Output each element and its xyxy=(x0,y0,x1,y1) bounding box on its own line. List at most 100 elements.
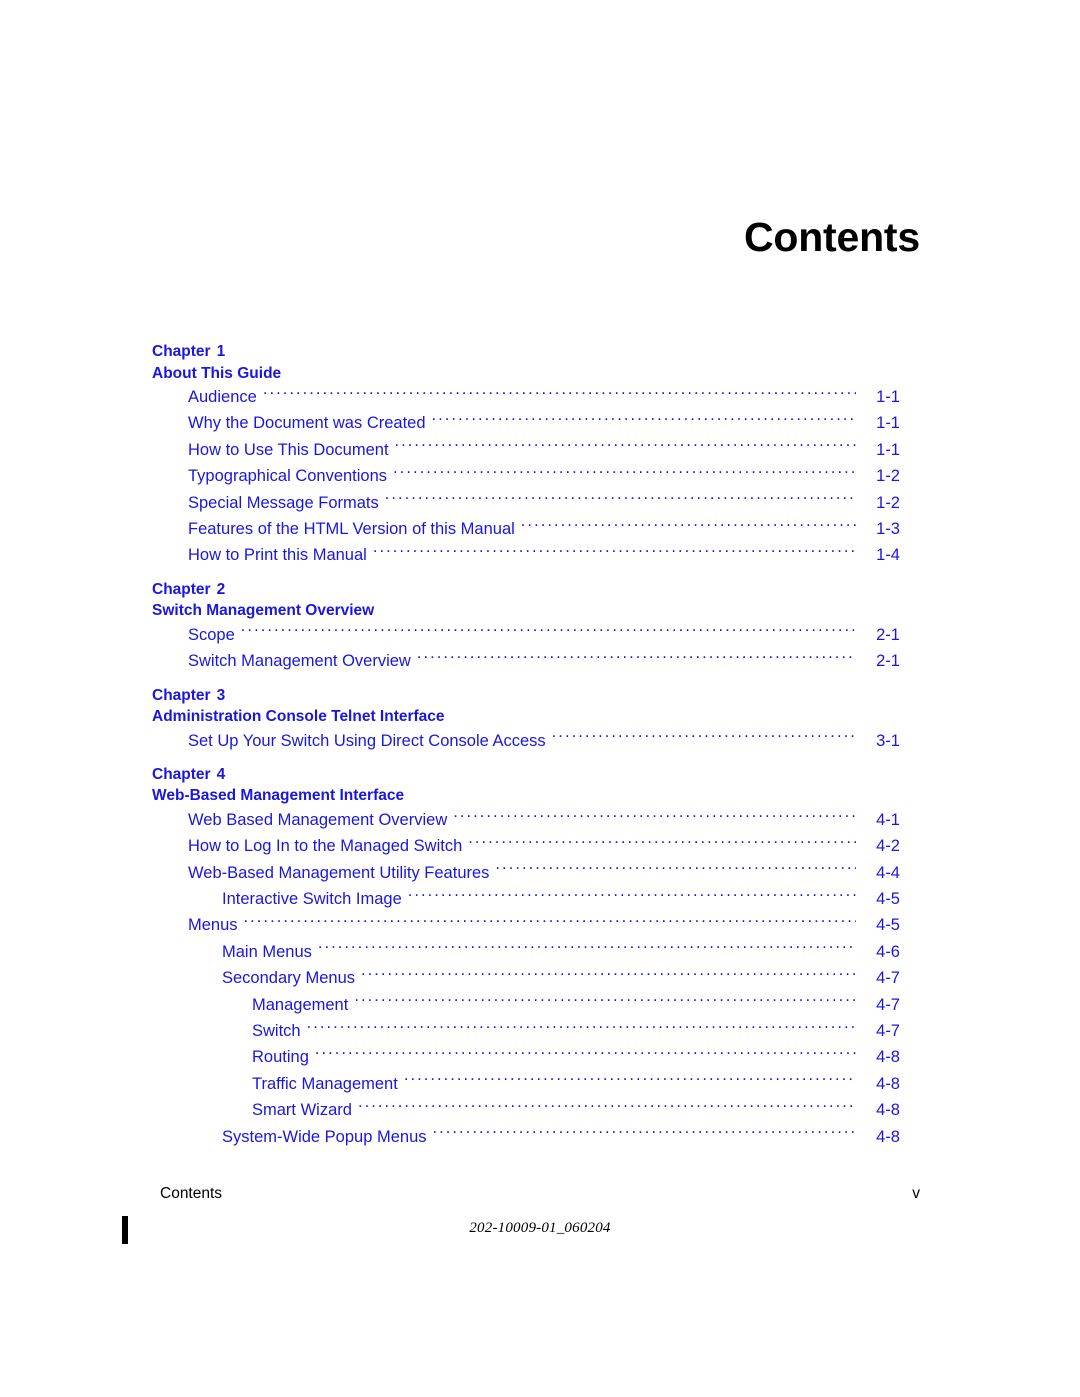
toc-entry-page-number: 4-7 xyxy=(876,1022,900,1041)
toc-entry[interactable]: Secondary Menus 4-7 xyxy=(0,965,1080,991)
dot-leader xyxy=(315,1046,856,1063)
toc-entry[interactable]: Special Message Formats 1-2 xyxy=(0,490,1080,516)
toc-entry-page-number: 2-1 xyxy=(876,625,900,644)
dot-leader xyxy=(393,465,856,482)
toc-entry-page-number: 4-4 xyxy=(876,863,900,882)
toc-entry[interactable]: Why the Document was Created 1-1 xyxy=(0,410,1080,436)
table-of-contents: Chapter1About This GuideAudience1-1Why t… xyxy=(0,341,1080,1150)
toc-entry[interactable]: Set Up Your Switch Using Direct Console … xyxy=(0,728,1080,754)
toc-entry-page-number: 1-1 xyxy=(876,388,900,406)
toc-entry[interactable]: Switch 4-7 xyxy=(0,1018,1080,1044)
toc-entry-label: Traffic Management xyxy=(252,1074,398,1093)
dot-leader xyxy=(373,544,856,561)
toc-entry-page-number: 4-8 xyxy=(876,1127,900,1146)
toc-entry-label: Menus xyxy=(188,916,238,935)
toc-entry-label: How to Print this Manual xyxy=(188,546,367,565)
toc-entry[interactable]: How to Log In to the Managed Switch 4-2 xyxy=(0,833,1080,859)
toc-entry-label: Special Message Formats xyxy=(188,493,379,512)
dot-leader xyxy=(453,808,856,825)
toc-entry-page-number: 4-8 xyxy=(876,1048,900,1067)
toc-entry[interactable]: Web-Based Management Utility Features 4-4 xyxy=(0,860,1080,886)
toc-entry[interactable]: Smart Wizard 4-8 xyxy=(0,1097,1080,1123)
toc-entry[interactable]: Traffic Management 4-8 xyxy=(0,1071,1080,1097)
toc-entry-page-number: 4-5 xyxy=(876,916,900,935)
footer-page-number: v xyxy=(912,1185,920,1202)
toc-entry-label: Switch Management Overview xyxy=(188,652,411,671)
toc-entry-page-number: 4-8 xyxy=(876,1074,900,1093)
chapter-label: Chapter xyxy=(152,765,211,783)
toc-entry-label: Web-Based Management Utility Features xyxy=(188,863,490,882)
toc-entry-label: Typographical Conventions xyxy=(188,467,388,486)
chapter-number: 2 xyxy=(216,580,226,598)
toc-entry-page-number: 2-1 xyxy=(876,652,900,671)
toc-entry-page-number: 4-8 xyxy=(876,1101,900,1120)
toc-entry-label: Web Based Management Overview xyxy=(188,810,448,829)
document-page: Contents Chapter 1 About This Guide Audienc… xyxy=(0,0,1080,1397)
chapter-label: Chapter xyxy=(152,580,211,598)
dot-leader xyxy=(263,386,856,403)
chapter-title: Switch Management Overview xyxy=(152,602,375,620)
dot-leader xyxy=(468,835,856,852)
dot-leader xyxy=(495,861,856,878)
toc-entry-label: System-Wide Popup Menus xyxy=(222,1127,427,1146)
toc-entry-label: How to Log In to the Managed Switch xyxy=(188,837,463,856)
toc-entry[interactable]: Interactive Switch Image 4-5 xyxy=(0,886,1080,912)
toc-entry[interactable]: Typographical Conventions 1-2 xyxy=(0,463,1080,489)
chapter-heading[interactable]: Chapter 4 Web-Based Management Interface xyxy=(0,764,1080,807)
page-title: Contents xyxy=(743,214,920,260)
dot-leader xyxy=(417,650,856,667)
toc-entry-page-number: 4-1 xyxy=(876,810,900,829)
toc-entry-label: Interactive Switch Image xyxy=(222,890,402,909)
toc-entry-label: Audience xyxy=(188,388,257,406)
toc-entry[interactable]: Scope 2-1 xyxy=(0,622,1080,648)
toc-entry-page-number: 1-1 xyxy=(876,414,900,433)
chapter-number: 3 xyxy=(216,686,226,704)
dot-leader xyxy=(521,517,856,534)
chapter-heading[interactable]: Chapter 2 Switch Management Overview xyxy=(0,579,1080,622)
toc-entry[interactable]: Management 4-7 xyxy=(0,992,1080,1018)
toc-entry[interactable]: Menus 4-5 xyxy=(0,912,1080,938)
chapter-title: About This Guide xyxy=(152,364,282,382)
toc-entry-label: Smart Wizard xyxy=(252,1101,352,1120)
chapter-number: 4 xyxy=(216,765,226,783)
toc-entry-label: Set Up Your Switch Using Direct Console … xyxy=(188,731,546,750)
toc-entry[interactable]: Switch Management Overview 2-1 xyxy=(0,648,1080,674)
toc-entry-page-number: 1-3 xyxy=(876,519,900,538)
toc-entry[interactable]: Routing 4-8 xyxy=(0,1044,1080,1070)
dot-leader xyxy=(244,914,856,931)
toc-entry-label: Switch xyxy=(252,1022,301,1041)
chapter-title: Administration Console Telnet Interface xyxy=(152,708,445,726)
toc-entry[interactable]: How to Use This Document 1-1 xyxy=(0,437,1080,463)
chapter-title: Web-Based Management Interface xyxy=(152,787,405,805)
toc-entry-label: Why the Document was Created xyxy=(188,414,426,433)
dot-leader xyxy=(307,1020,856,1037)
toc-entry-label: Features of the HTML Version of this Man… xyxy=(188,519,515,538)
toc-entry-label: Management xyxy=(252,995,349,1014)
dot-leader xyxy=(361,967,856,984)
toc-entry[interactable]: Audience 1-1 xyxy=(0,384,1080,410)
toc-entry-page-number: 1-1 xyxy=(876,440,900,459)
dot-leader xyxy=(354,993,856,1010)
toc-entry-label: Routing xyxy=(252,1048,309,1067)
chapter-heading[interactable]: Chapter 3 Administration Console Telnet In… xyxy=(0,685,1080,728)
chapter-label: Chapter xyxy=(152,686,211,704)
toc-entry[interactable]: Main Menus 4-6 xyxy=(0,939,1080,965)
toc-entry[interactable]: System-Wide Popup Menus 4-8 xyxy=(0,1124,1080,1150)
toc-entry-label: Main Menus xyxy=(222,942,312,961)
dot-leader xyxy=(318,940,856,957)
page-footer: Contents v xyxy=(0,1185,1080,1207)
toc-entry-page-number: 4-5 xyxy=(876,890,900,909)
chapter-number: 1 xyxy=(216,343,226,360)
dot-leader xyxy=(404,1072,856,1089)
toc-entry-page-number: 4-2 xyxy=(876,837,900,856)
dot-leader xyxy=(385,491,856,508)
dot-leader xyxy=(432,412,856,429)
toc-entry[interactable]: Features of the HTML Version of this Man… xyxy=(0,516,1080,542)
toc-entry[interactable]: Web Based Management Overview 4-1 xyxy=(0,807,1080,833)
document-number: 202-10009-01_060204 xyxy=(469,1220,611,1236)
toc-entry-page-number: 1-2 xyxy=(876,493,900,512)
chapter-heading[interactable]: Chapter 1 About This Guide xyxy=(0,341,1080,384)
toc-entry[interactable]: How to Print this Manual 1-4 xyxy=(0,542,1080,568)
toc-entry-page-number: 3-1 xyxy=(876,731,900,750)
change-bar-marker xyxy=(122,1216,128,1244)
